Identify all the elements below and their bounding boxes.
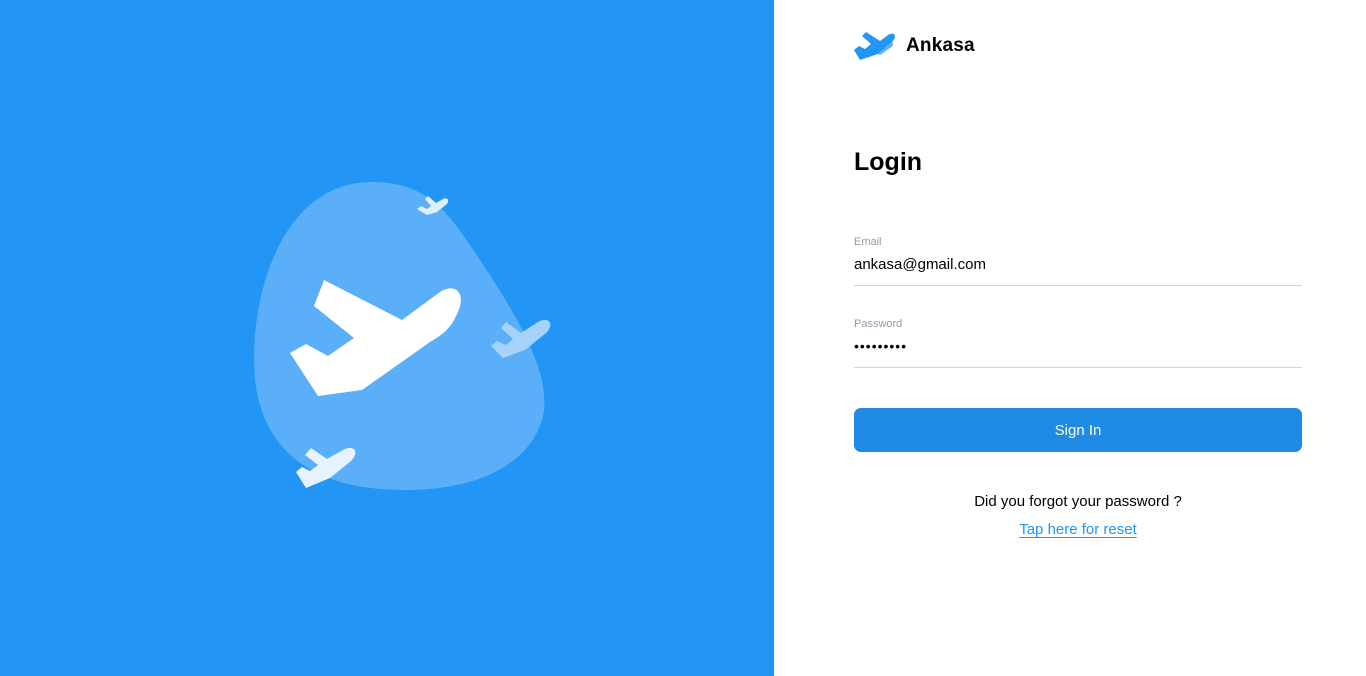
brand-name: Ankasa [906, 35, 975, 56]
airplane-icon [854, 32, 895, 60]
password-field-group: Password [854, 318, 1302, 368]
login-panel: Ankasa Login Email Password Sign In Did … [774, 0, 1366, 676]
illustration [254, 182, 551, 490]
sign-in-button[interactable]: Sign In [854, 408, 1302, 452]
illustration-panel [0, 0, 774, 676]
email-field-group: Email [854, 236, 1302, 286]
brand: Ankasa [854, 30, 975, 62]
page-title: Login [854, 148, 923, 176]
reset-password-link[interactable]: Tap here for reset [1019, 521, 1137, 538]
reset-link-container: Tap here for reset [854, 521, 1302, 538]
password-field[interactable] [854, 335, 1302, 357]
email-field[interactable] [854, 253, 1302, 275]
forgot-password-text: Did you forgot your password ? [974, 493, 1182, 510]
password-label: Password [854, 318, 903, 330]
email-label: Email [854, 236, 882, 248]
